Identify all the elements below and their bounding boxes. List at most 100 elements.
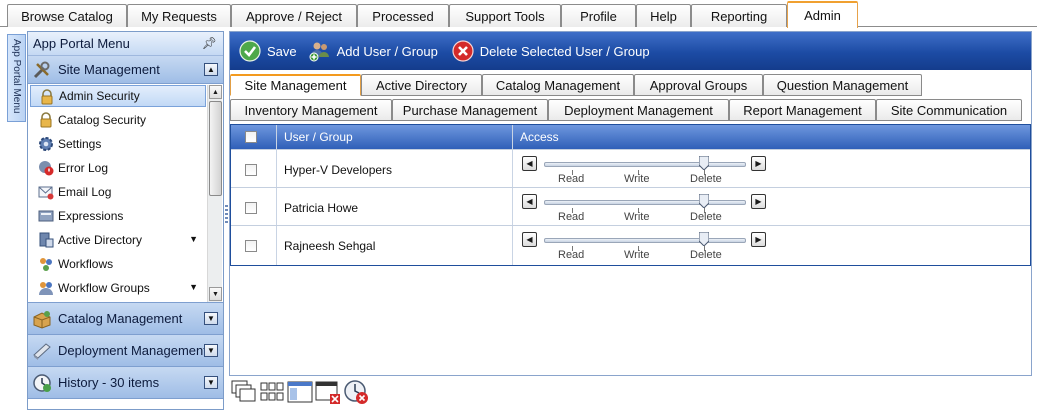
delete-selected-button[interactable]: Delete Selected User / Group <box>452 38 650 64</box>
cascade-windows-icon[interactable] <box>231 379 257 405</box>
access-slider[interactable]: ◀ Read Write Delete ▶ <box>522 154 768 186</box>
tab-question-management[interactable]: Question Management <box>763 74 922 96</box>
access-slider[interactable]: ◀ Read Write Delete ▶ <box>522 192 768 224</box>
add-user-group-button[interactable]: Add User / Group <box>309 38 438 64</box>
close-window-icon[interactable] <box>315 379 341 405</box>
scroll-thumb[interactable] <box>209 101 222 196</box>
tab-purchase-management[interactable]: Purchase Management <box>392 99 548 121</box>
slider-track[interactable] <box>544 238 746 243</box>
tab-processed[interactable]: Processed <box>357 4 449 27</box>
tab-active-directory[interactable]: Active Directory <box>361 74 482 96</box>
slider-left-icon[interactable]: ◀ <box>522 156 537 171</box>
level-write-label: Write <box>624 249 650 261</box>
menu-item-label: Workflows <box>58 257 114 271</box>
slider-right-icon[interactable]: ▶ <box>751 232 766 247</box>
slider-left-icon[interactable]: ◀ <box>522 232 537 247</box>
table-row[interactable]: Rajneesh Sehgal ◀ Read Write Delete ▶ <box>231 225 1030 263</box>
section-deployment-management[interactable]: Deployment Management ▼ <box>28 335 223 367</box>
tab-profile[interactable]: Profile <box>561 4 636 27</box>
tabs-row-2: Inventory Management Purchase Management… <box>230 99 1031 121</box>
save-button[interactable]: Save <box>239 38 297 64</box>
add-user-group-label: Add User / Group <box>336 43 438 59</box>
splitter-handle[interactable] <box>225 205 228 225</box>
menu-scrollbar[interactable]: ▲ ▼ <box>207 85 222 302</box>
tab-approval-groups[interactable]: Approval Groups <box>634 74 763 96</box>
slider-thumb[interactable] <box>699 194 709 208</box>
tabs-row-1: Site Management Active Directory Catalog… <box>230 74 1031 96</box>
tab-admin[interactable]: Admin <box>787 1 858 28</box>
tab-help[interactable]: Help <box>636 4 691 27</box>
menu-item-settings[interactable]: Settings <box>30 133 206 155</box>
tab-site-management[interactable]: Site Management <box>230 74 361 96</box>
add-users-icon <box>309 42 329 62</box>
gear-icon <box>39 137 53 151</box>
table-row[interactable]: Patricia Howe ◀ Read Write Delete ▶ <box>231 187 1030 225</box>
menu-item-admin-security[interactable]: Admin Security <box>30 85 206 107</box>
menu-item-active-directory[interactable]: Active Directory ▼ <box>30 229 206 251</box>
window-icon[interactable] <box>287 379 313 405</box>
history-clock-icon <box>33 374 51 392</box>
tab-support-tools[interactable]: Support Tools <box>449 4 561 27</box>
slider-thumb[interactable] <box>699 232 709 246</box>
tab-inventory-management[interactable]: Inventory Management <box>230 99 392 121</box>
collapse-button[interactable]: ▲ <box>204 63 218 76</box>
row-checkbox[interactable] <box>245 240 257 252</box>
tab-site-communication[interactable]: Site Communication <box>876 99 1022 121</box>
email-log-icon <box>38 186 54 200</box>
row-checkbox[interactable] <box>245 164 257 176</box>
expand-button[interactable]: ▼ <box>204 312 218 325</box>
section-label: Site Management <box>58 62 160 77</box>
tab-reporting[interactable]: Reporting <box>691 4 787 27</box>
level-write-label: Write <box>624 173 650 185</box>
slider-track[interactable] <box>544 200 746 205</box>
tab-my-requests[interactable]: My Requests <box>127 4 231 27</box>
tab-approve-reject[interactable]: Approve / Reject <box>231 4 357 27</box>
access-slider[interactable]: ◀ Read Write Delete ▶ <box>522 230 768 262</box>
menu-item-label: Admin Security <box>59 89 140 103</box>
column-user-group[interactable]: User / Group <box>284 130 353 144</box>
pin-icon[interactable]: 📌︎ <box>202 36 217 50</box>
section-history[interactable]: History - 30 items ▼ <box>28 367 223 399</box>
submenu-arrow-icon[interactable]: ▼ <box>189 234 198 244</box>
menu-item-workflow-groups[interactable]: Workflow Groups ▼ <box>30 277 206 299</box>
scroll-up-icon[interactable]: ▲ <box>209 85 222 99</box>
slider-left-icon[interactable]: ◀ <box>522 194 537 209</box>
menu-item-workflows[interactable]: Workflows <box>30 253 206 275</box>
scroll-down-icon[interactable]: ▼ <box>209 287 222 301</box>
workflows-icon <box>40 258 52 271</box>
menu-item-label: Error Log <box>58 161 109 175</box>
expand-button[interactable]: ▼ <box>204 344 218 357</box>
user-group-name: Rajneesh Sehgal <box>284 239 376 253</box>
column-access[interactable]: Access <box>520 130 559 144</box>
slider-thumb[interactable] <box>699 156 709 170</box>
menu-item-catalog-security[interactable]: Catalog Security <box>30 109 206 131</box>
tab-browse-catalog[interactable]: Browse Catalog <box>7 4 127 27</box>
row-checkbox[interactable] <box>245 202 257 214</box>
tile-windows-icon[interactable] <box>259 379 285 405</box>
menu-item-expressions[interactable]: Expressions <box>30 205 206 227</box>
section-catalog-management[interactable]: Catalog Management ▼ <box>28 303 223 335</box>
top-tab-bar: Browse Catalog My Requests Approve / Rej… <box>0 0 1037 28</box>
slider-right-icon[interactable]: ▶ <box>751 156 766 171</box>
submenu-arrow-icon[interactable]: ▼ <box>189 282 198 292</box>
select-all-checkbox[interactable] <box>245 131 257 143</box>
tab-catalog-management[interactable]: Catalog Management <box>482 74 634 96</box>
catalog-box-icon <box>33 311 51 329</box>
menu-item-error-log[interactable]: Error Log <box>30 157 206 179</box>
tab-deployment-management[interactable]: Deployment Management <box>548 99 729 121</box>
table-row[interactable]: Hyper-V Developers ◀ Read Write Delete ▶ <box>231 149 1030 187</box>
section-site-management[interactable]: Site Management ▲ <box>28 56 223 84</box>
expand-button[interactable]: ▼ <box>204 376 218 389</box>
tab-report-management[interactable]: Report Management <box>729 99 876 121</box>
delete-selected-label: Delete Selected User / Group <box>479 43 650 59</box>
grid-header: User / Group Access <box>231 125 1030 149</box>
expressions-icon <box>38 210 54 222</box>
active-directory-icon <box>39 232 54 248</box>
slider-track[interactable] <box>544 162 746 167</box>
slider-right-icon[interactable]: ▶ <box>751 194 766 209</box>
app-portal-menu-strip[interactable]: App Portal Menu <box>7 34 26 122</box>
level-delete-label: Delete <box>690 249 722 261</box>
menu-item-email-log[interactable]: Email Log <box>30 181 206 203</box>
close-all-icon[interactable] <box>343 379 369 405</box>
menu-item-label: Workflow Groups <box>58 281 150 295</box>
